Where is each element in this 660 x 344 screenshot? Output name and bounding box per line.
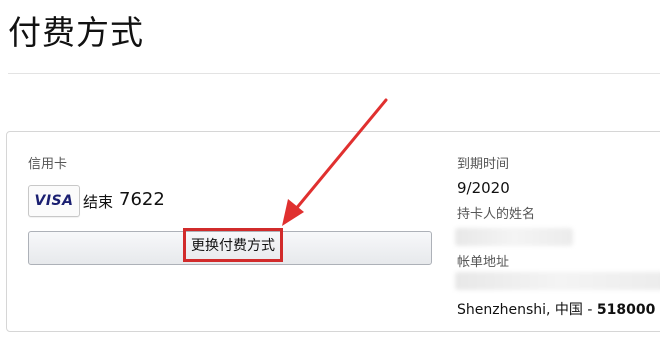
card-ending-label: 结束 [83, 193, 114, 211]
card-type-label: 信用卡 [28, 157, 68, 172]
cardholder-name-label: 持卡人的姓名 [457, 207, 536, 222]
billing-address-label: 帐单地址 [457, 255, 510, 270]
change-payment-method-label: 更换付费方式 [191, 238, 275, 254]
payment-method-card: 信用卡 VISA 结束 7622 更换付费方式 到期时间 9/2020 持卡人的… [6, 131, 660, 332]
expiry-label: 到期时间 [457, 157, 510, 172]
cardholder-name-redacted [455, 228, 573, 246]
card-last4: 7622 [119, 189, 165, 210]
highlight-box: 更换付费方式 [183, 228, 283, 262]
page-title: 付费方式 [8, 13, 144, 52]
address-postcode: 518000 [596, 302, 656, 318]
billing-address-redacted [455, 272, 660, 290]
title-divider [8, 73, 660, 74]
change-payment-method-button[interactable]: 更换付费方式 [28, 228, 432, 265]
visa-logo-text: VISA [34, 193, 74, 209]
visa-logo-icon: VISA [28, 185, 80, 217]
billing-address-line: Shenzhenshi, 中国 - 518000 [457, 299, 655, 319]
address-city-country: Shenzhenshi, 中国 - [457, 302, 597, 318]
expiry-value: 9/2020 [457, 179, 510, 197]
